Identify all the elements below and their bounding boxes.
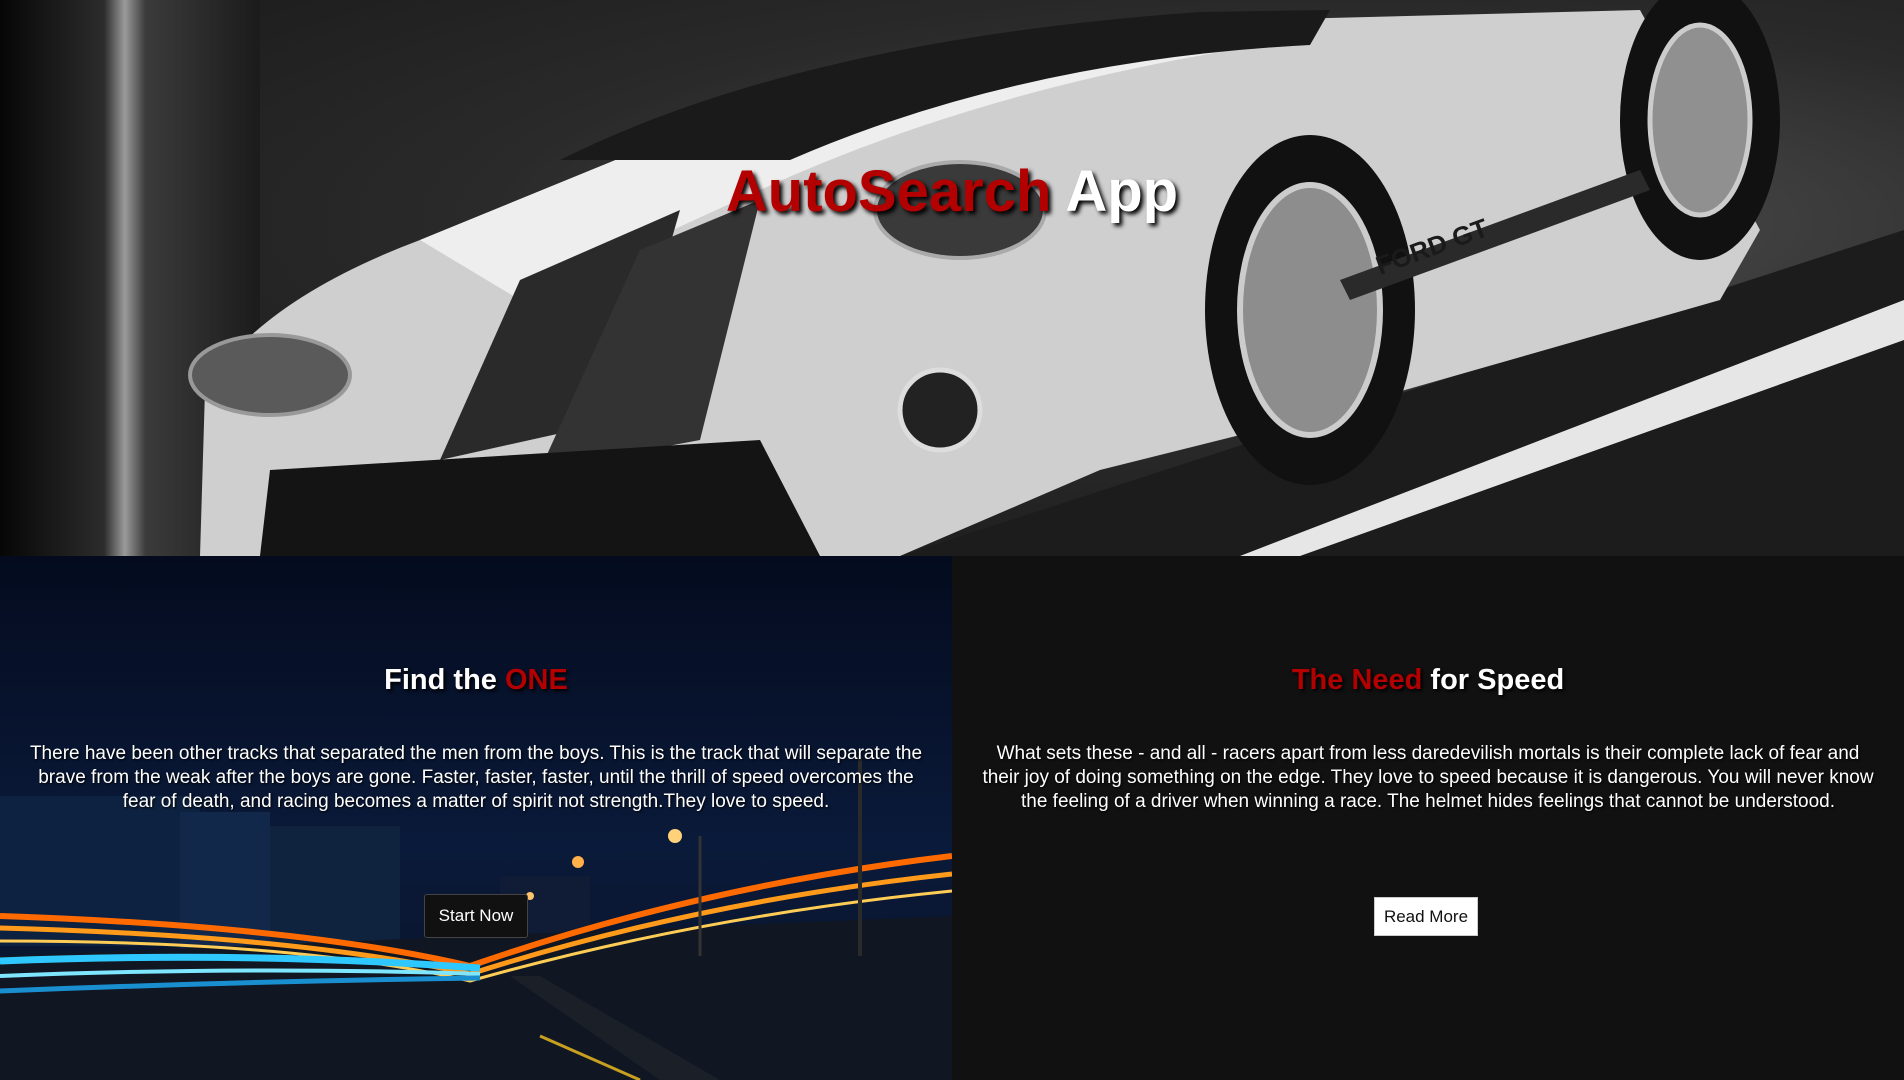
- read-more-button[interactable]: Read More: [1374, 897, 1478, 936]
- left-heading-plain: Find the: [384, 664, 505, 696]
- need-for-speed-panel: The Need for Speed What sets these - and…: [952, 556, 1904, 1080]
- right-heading-plain: for Speed: [1422, 664, 1565, 696]
- right-panel-heading: The Need for Speed: [952, 664, 1904, 697]
- hero-title: AutoSearch App: [0, 158, 1904, 225]
- find-the-one-panel: Find the ONE There have been other track…: [0, 556, 952, 1080]
- hero-banner: FORD GT AutoSearch App: [0, 0, 1904, 556]
- left-panel-heading: Find the ONE: [0, 664, 952, 697]
- right-heading-accent: The Need: [1291, 664, 1423, 696]
- hero-title-accent: AutoSearch: [725, 159, 1052, 224]
- left-heading-accent: ONE: [504, 664, 568, 696]
- start-now-button[interactable]: Start Now: [424, 894, 528, 938]
- hero-car-image: FORD GT: [188, 0, 1904, 556]
- left-panel-text: There have been other tracks that separa…: [29, 743, 923, 812]
- right-panel-text: What sets these - and all - racers apart…: [982, 743, 1874, 812]
- hero-title-plain: App: [1051, 159, 1179, 224]
